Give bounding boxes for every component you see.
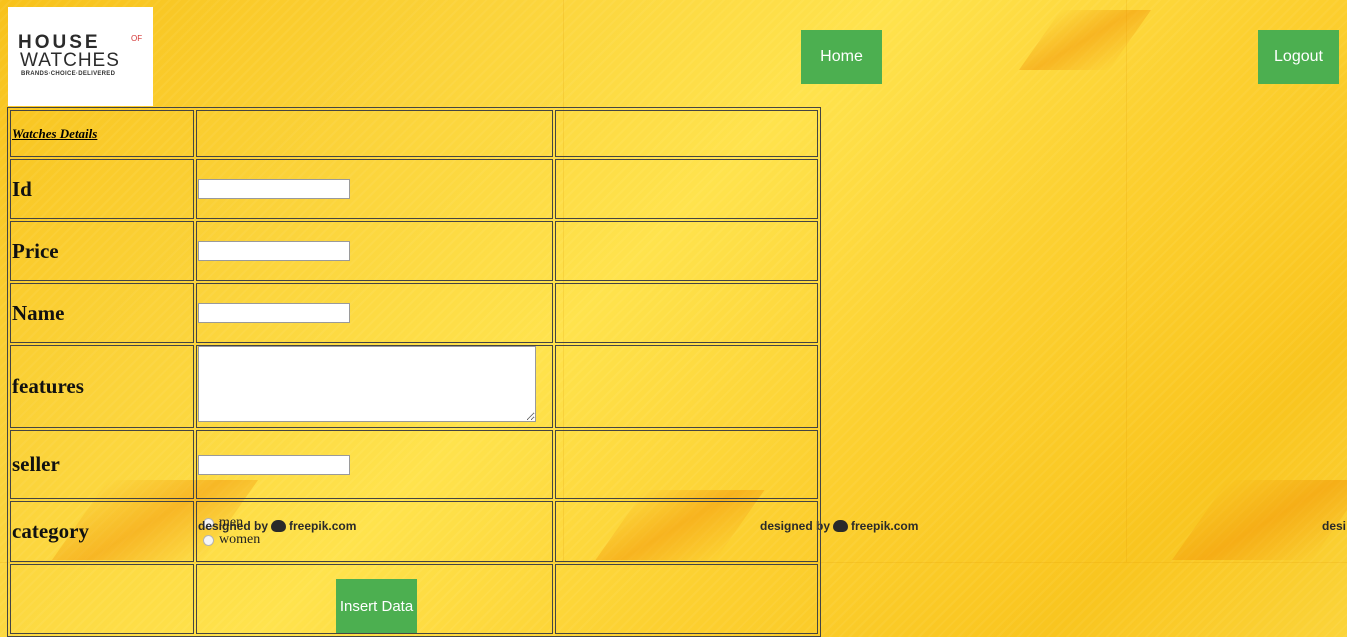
freepik-watermark-partial: desi [1322,519,1346,533]
watermark-brand: freepik.com [851,519,919,533]
name-input[interactable] [198,303,350,323]
form-row-seller: seller [10,430,818,499]
logout-button[interactable]: Logout [1258,30,1339,84]
form-row-features: features [10,345,818,428]
empty-cell [555,345,818,428]
input-cell [196,430,553,499]
label-cell: features [10,345,194,428]
id-input[interactable] [198,179,350,199]
seller-label: seller [12,452,60,476]
home-button[interactable]: Home [801,30,882,84]
empty-cell [196,110,553,157]
background-stripe [1171,480,1347,560]
price-input[interactable] [198,241,350,261]
empty-cell [555,564,818,634]
title-cell: Watches Details [10,110,194,157]
form-row-id: Id [10,159,818,219]
label-cell: Id [10,159,194,219]
form-title: Watches Details [12,125,98,141]
form-row-submit: Insert Data [10,564,818,634]
label-cell: Price [10,221,194,281]
insert-data-button[interactable]: Insert Data [336,579,417,633]
brand-logo: HOUSE OF WATCHES BRANDS·CHOICE·DELIVERED [8,7,153,106]
seller-input[interactable] [198,454,350,475]
empty-cell [555,430,818,499]
empty-cell [555,221,818,281]
form-row-title: Watches Details [10,110,818,157]
submit-cell: Insert Data [196,564,553,634]
freepik-watermark: designed by freepik.com [198,519,356,533]
watermark-partial-text: desi [1322,519,1347,533]
input-cell [196,159,553,219]
input-cell [196,283,553,343]
features-textarea[interactable] [198,346,536,422]
background-stripe [1018,10,1152,70]
label-cell: seller [10,430,194,499]
freepik-mascot-icon [271,520,287,532]
empty-cell [555,159,818,219]
category-label: category [12,519,89,543]
input-cell [196,221,553,281]
radio-women[interactable] [203,534,214,546]
watch-details-form: Watches Details Id Price Name features s… [7,107,821,637]
features-label: features [12,374,84,398]
empty-cell [555,283,818,343]
empty-cell [555,501,818,562]
name-label: Name [12,300,65,325]
price-label: Price [12,238,59,263]
watermark-prefix: designed by [198,519,269,533]
label-cell: Name [10,283,194,343]
background-tile-edge [1126,0,1127,562]
logo-text-watches: WATCHES [20,50,120,71]
id-label: Id [12,176,32,201]
form-row-name: Name [10,283,818,343]
empty-cell [555,110,818,157]
form-row-category: category men women [10,501,818,562]
watermark-brand: freepik.com [289,519,357,533]
category-option-women[interactable]: women [198,532,551,549]
logo-tagline: BRANDS·CHOICE·DELIVERED [21,71,116,77]
label-cell: category [10,501,194,562]
input-cell [196,345,553,428]
form-row-price: Price [10,221,818,281]
radio-women-label: women [219,531,261,547]
logo-text-of: OF [131,34,143,43]
empty-cell [10,564,194,634]
freepik-mascot-icon [833,520,849,532]
